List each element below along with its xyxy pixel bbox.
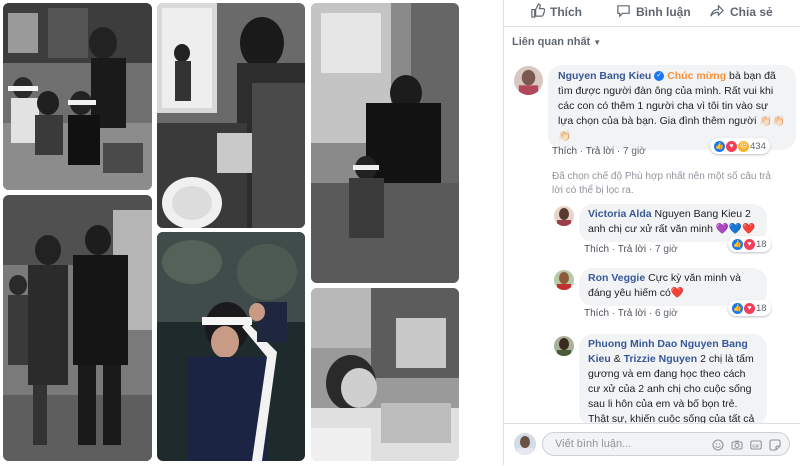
comment-input[interactable]: Viết bình luận... GIF	[542, 432, 790, 456]
love-reaction-icon: ♥	[726, 140, 737, 152]
reaction-summary[interactable]: 👍 ♥ ☹ 434	[710, 138, 770, 154]
sort-label: Liên quan nhất	[512, 36, 591, 48]
reply-like-link[interactable]: Thích	[584, 308, 609, 319]
comment-panel: Thích Bình luận Chia sẻ Liên quan nhất ▼…	[503, 0, 800, 466]
reply-time[interactable]: 7 giờ	[655, 244, 678, 255]
comment-reply-link[interactable]: Trả lời	[586, 146, 614, 157]
photo-collage	[0, 0, 462, 465]
reply-reply-link[interactable]: Trả lời	[618, 244, 646, 255]
comment-author[interactable]: Nguyen Bang Kieu	[558, 70, 651, 82]
share-button[interactable]: Chia sẻ	[710, 3, 773, 21]
mention-separator: &	[613, 353, 621, 365]
sort-dropdown[interactable]: Liên quan nhất ▼	[512, 36, 601, 48]
like-reaction-icon: 👍	[732, 238, 743, 250]
filter-notice: Đã chọn chế độ Phù hợp nhất nên một số c…	[552, 171, 771, 196]
love-reaction-icon: ♥	[744, 302, 755, 314]
gutter	[462, 0, 503, 465]
comment-icon	[616, 3, 631, 21]
like-label: Thích	[550, 5, 582, 19]
comment-input-placeholder: Viết bình luận...	[555, 438, 632, 450]
photo-blindfold-game[interactable]	[3, 3, 152, 190]
avatar[interactable]	[554, 206, 574, 226]
mention-link[interactable]: Trizzie Nguyen	[624, 353, 698, 365]
reply-time[interactable]: 6 giờ	[655, 308, 678, 319]
reply-author[interactable]: Phuong Minh Dao	[588, 338, 677, 350]
reply-reply-link[interactable]: Trả lời	[618, 308, 646, 319]
composer-icons: GIF	[712, 438, 781, 456]
gif-icon[interactable]: GIF	[750, 438, 762, 456]
reaction-summary[interactable]: 👍 ♥ 18	[728, 300, 771, 316]
reaction-summary[interactable]: 👍 ♥ 18	[728, 236, 771, 252]
reaction-count: 18	[756, 302, 767, 314]
reply-like-link[interactable]: Thích	[584, 244, 609, 255]
comment-meta: Thích · Trả lời · 7 giờ	[552, 146, 646, 157]
like-reaction-icon: 👍	[714, 140, 725, 152]
sticker-icon[interactable]	[769, 438, 781, 456]
reply-bubble: Phuong Minh Dao Nguyen Bang Kieu & Trizz…	[579, 334, 767, 426]
reaction-count: 434	[750, 140, 766, 152]
action-bar: Thích Bình luận Chia sẻ	[504, 0, 800, 27]
comment-like-link[interactable]: Thích	[552, 146, 577, 157]
share-label: Chia sẻ	[730, 5, 773, 19]
comment-time[interactable]: 7 giờ	[623, 146, 646, 157]
svg-text:GIF: GIF	[752, 443, 760, 448]
photo-man-in-suit[interactable]	[311, 3, 459, 283]
like-button[interactable]: Thích	[530, 3, 582, 21]
share-arrow-icon	[710, 3, 725, 21]
comment-button[interactable]: Bình luận	[616, 3, 691, 21]
avatar[interactable]	[554, 270, 574, 290]
photo-woman-blindfold[interactable]	[157, 232, 305, 461]
love-reaction-icon: ♥	[744, 238, 755, 250]
sad-reaction-icon: ☹	[738, 140, 749, 152]
like-reaction-icon: 👍	[732, 302, 743, 314]
comment-composer: Viết bình luận... GIF	[504, 423, 800, 466]
celebration-highlight: Chúc mừng	[667, 70, 727, 82]
photo-group-walking[interactable]	[3, 195, 152, 461]
verified-badge-icon: ✓	[654, 71, 665, 82]
emoji-icon[interactable]	[712, 438, 724, 456]
avatar[interactable]	[554, 336, 574, 356]
comment-label: Bình luận	[636, 5, 691, 19]
caret-down-icon: ▼	[593, 37, 602, 47]
reply-author[interactable]: Ron Veggie	[588, 272, 645, 284]
thumbs-up-icon	[530, 3, 546, 21]
user-avatar[interactable]	[514, 433, 536, 455]
avatar[interactable]	[514, 66, 543, 95]
photo-man-with-plate[interactable]	[157, 3, 305, 228]
reply-meta: Thích · Trả lời · 6 giờ	[584, 308, 678, 319]
photo-kid-lying-down[interactable]	[311, 288, 459, 461]
reply-meta: Thích · Trả lời · 7 giờ	[584, 244, 678, 255]
reply-author[interactable]: Victoria Alda	[588, 208, 652, 220]
reaction-count: 18	[756, 238, 767, 250]
camera-icon[interactable]	[731, 438, 743, 456]
